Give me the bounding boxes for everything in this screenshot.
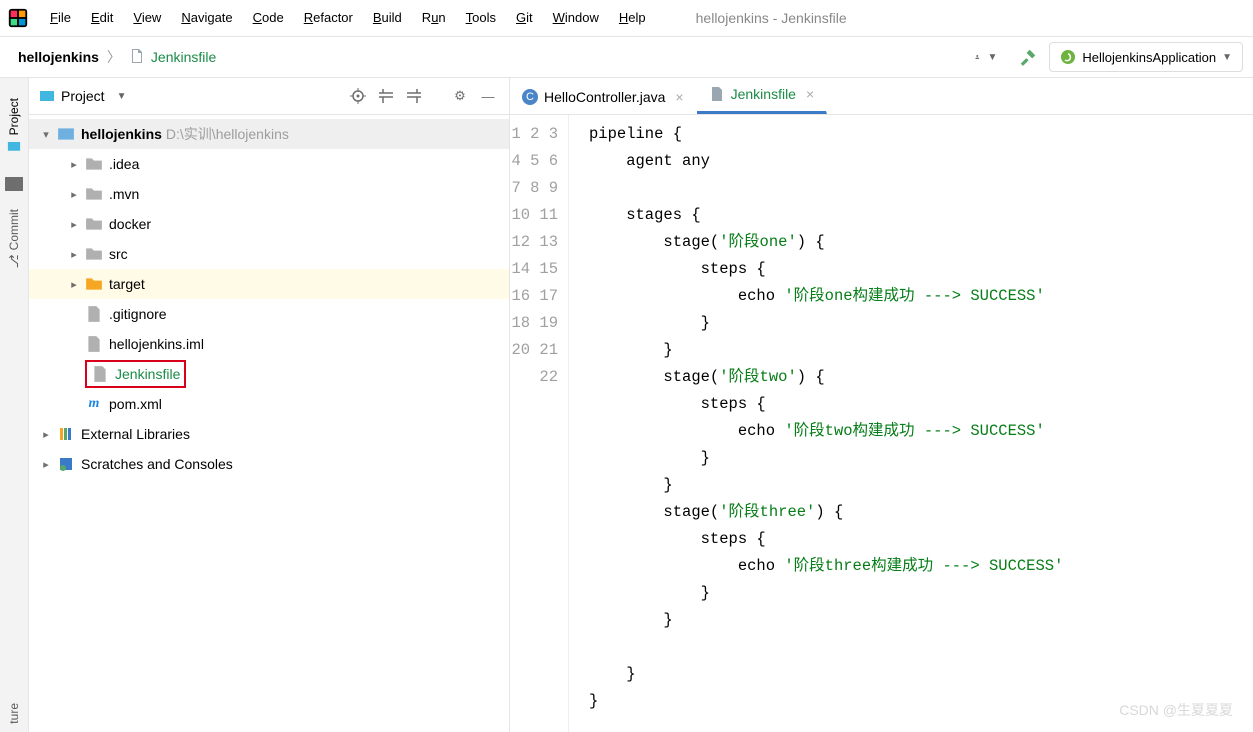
folder-icon	[85, 215, 103, 233]
project-view-selector[interactable]: Project ▼	[39, 88, 126, 104]
code-editor[interactable]: 1 2 3 4 5 6 7 8 9 10 11 12 13 14 15 16 1…	[510, 115, 1253, 732]
tree-node-src[interactable]: ▸ src	[29, 239, 509, 269]
project-tree: ▾ hellojenkins D:\实训\hellojenkins ▸ .ide…	[29, 115, 509, 483]
chevron-right-icon: ▸	[39, 457, 53, 471]
chevron-right-icon: ▸	[67, 277, 81, 291]
side-label-structure[interactable]: ture	[7, 703, 21, 724]
app-icon	[6, 6, 30, 30]
menu-view[interactable]: ViewView	[123, 0, 171, 36]
close-icon[interactable]: ×	[806, 86, 814, 102]
menu-git[interactable]: GitGit	[506, 0, 543, 36]
menu-edit[interactable]: EditEdit	[81, 0, 123, 36]
breadcrumb-file[interactable]: Jenkinsfile	[151, 49, 216, 65]
chevron-right-icon: ▸	[67, 217, 81, 231]
run-config-name: HellojenkinsApplication	[1082, 50, 1216, 65]
menu-navigate[interactable]: NavigateNavigate	[171, 0, 242, 36]
tree-node-idea[interactable]: ▸ .idea	[29, 149, 509, 179]
maven-icon: m	[85, 395, 103, 413]
editor-area: C HelloController.java × Jenkinsfile × 1…	[510, 78, 1253, 732]
folder-icon	[85, 155, 103, 173]
chevron-right-icon: 〉	[107, 47, 121, 67]
code-with-me-icon[interactable]: ▼	[975, 46, 997, 68]
close-icon[interactable]: ×	[675, 89, 683, 105]
locate-icon[interactable]	[347, 85, 369, 107]
side-label-project[interactable]: Project	[7, 98, 21, 153]
build-icon[interactable]	[1017, 46, 1039, 68]
folder-icon	[85, 245, 103, 263]
menu-window[interactable]: WindowWindow	[543, 0, 609, 36]
project-tool-window: Project ▼ ⚙ — ▾ hellojenkins D:\实训\hello…	[29, 78, 510, 732]
main-menu-bar: FFileile EditEdit ViewView NavigateNavig…	[0, 0, 1253, 37]
project-panel-header: Project ▼ ⚙ —	[29, 78, 509, 115]
menu-help[interactable]: HelpHelp	[609, 0, 656, 36]
chevron-right-icon: ▸	[67, 157, 81, 171]
highlight-annotation: Jenkinsfile	[85, 360, 186, 388]
tool-window-stripe-left: Project ⎇ Commit ture	[0, 78, 29, 732]
bookmarks-icon[interactable]	[5, 177, 23, 191]
collapse-all-icon[interactable]	[403, 85, 425, 107]
tree-node-root[interactable]: ▾ hellojenkins D:\实训\hellojenkins	[29, 119, 509, 149]
file-icon	[709, 86, 725, 102]
tree-node-target[interactable]: ▸ target	[29, 269, 509, 299]
tab-hellocontroller[interactable]: C HelloController.java ×	[510, 79, 697, 114]
libraries-icon	[57, 425, 75, 443]
hide-icon[interactable]: —	[477, 85, 499, 107]
navigation-bar: hellojenkins 〉 Jenkinsfile ▼ Hellojenkin…	[0, 37, 1253, 78]
tree-node-gitignore[interactable]: .gitignore	[29, 299, 509, 329]
tab-jenkinsfile[interactable]: Jenkinsfile ×	[697, 76, 828, 114]
file-icon	[91, 365, 109, 383]
chevron-right-icon: ▸	[67, 187, 81, 201]
folder-icon	[85, 275, 103, 293]
side-label-commit[interactable]: ⎇ Commit	[7, 209, 21, 268]
menu-tools[interactable]: ToolsTools	[456, 0, 506, 36]
menu-run[interactable]: RunRun	[412, 0, 456, 36]
menu-file[interactable]: FFileile	[40, 0, 81, 36]
expand-all-icon[interactable]	[375, 85, 397, 107]
scratches-icon	[57, 455, 75, 473]
tree-node-jenkinsfile[interactable]: Jenkinsfile	[29, 359, 509, 389]
chevron-down-icon: ▾	[39, 127, 53, 141]
tree-node-external-libs[interactable]: ▸ External Libraries	[29, 419, 509, 449]
tree-node-docker[interactable]: ▸ docker	[29, 209, 509, 239]
menu-refactor[interactable]: RefactorRefactor	[294, 0, 363, 36]
tree-node-pom[interactable]: m pom.xml	[29, 389, 509, 419]
module-icon	[57, 125, 75, 143]
settings-icon[interactable]: ⚙	[449, 85, 471, 107]
file-icon	[129, 48, 145, 67]
chevron-down-icon: ▼	[1222, 52, 1232, 63]
file-icon	[85, 305, 103, 323]
chevron-right-icon: ▸	[39, 427, 53, 441]
menu-build[interactable]: BuildBuild	[363, 0, 412, 36]
editor-tabs: C HelloController.java × Jenkinsfile ×	[510, 78, 1253, 115]
breadcrumb: hellojenkins 〉 Jenkinsfile	[0, 47, 965, 67]
java-class-icon: C	[522, 89, 538, 105]
folder-icon	[85, 185, 103, 203]
menu-code[interactable]: CodeCode	[243, 0, 294, 36]
code-content[interactable]: pipeline { agent any stages { stage('阶段o…	[569, 115, 1063, 732]
breadcrumb-root[interactable]: hellojenkins	[18, 49, 99, 65]
tree-node-iml[interactable]: hellojenkins.iml	[29, 329, 509, 359]
window-title: hellojenkins - Jenkinsfile	[696, 10, 847, 26]
spring-icon	[1060, 49, 1076, 65]
file-icon	[85, 335, 103, 353]
tree-node-mvn[interactable]: ▸ .mvn	[29, 179, 509, 209]
watermark: CSDN @生夏夏夏	[1119, 700, 1233, 720]
run-configuration-dropdown[interactable]: HellojenkinsApplication ▼	[1049, 42, 1243, 72]
chevron-right-icon: ▸	[67, 247, 81, 261]
line-number-gutter: 1 2 3 4 5 6 7 8 9 10 11 12 13 14 15 16 1…	[510, 115, 569, 732]
tree-node-scratches[interactable]: ▸ Scratches and Consoles	[29, 449, 509, 479]
